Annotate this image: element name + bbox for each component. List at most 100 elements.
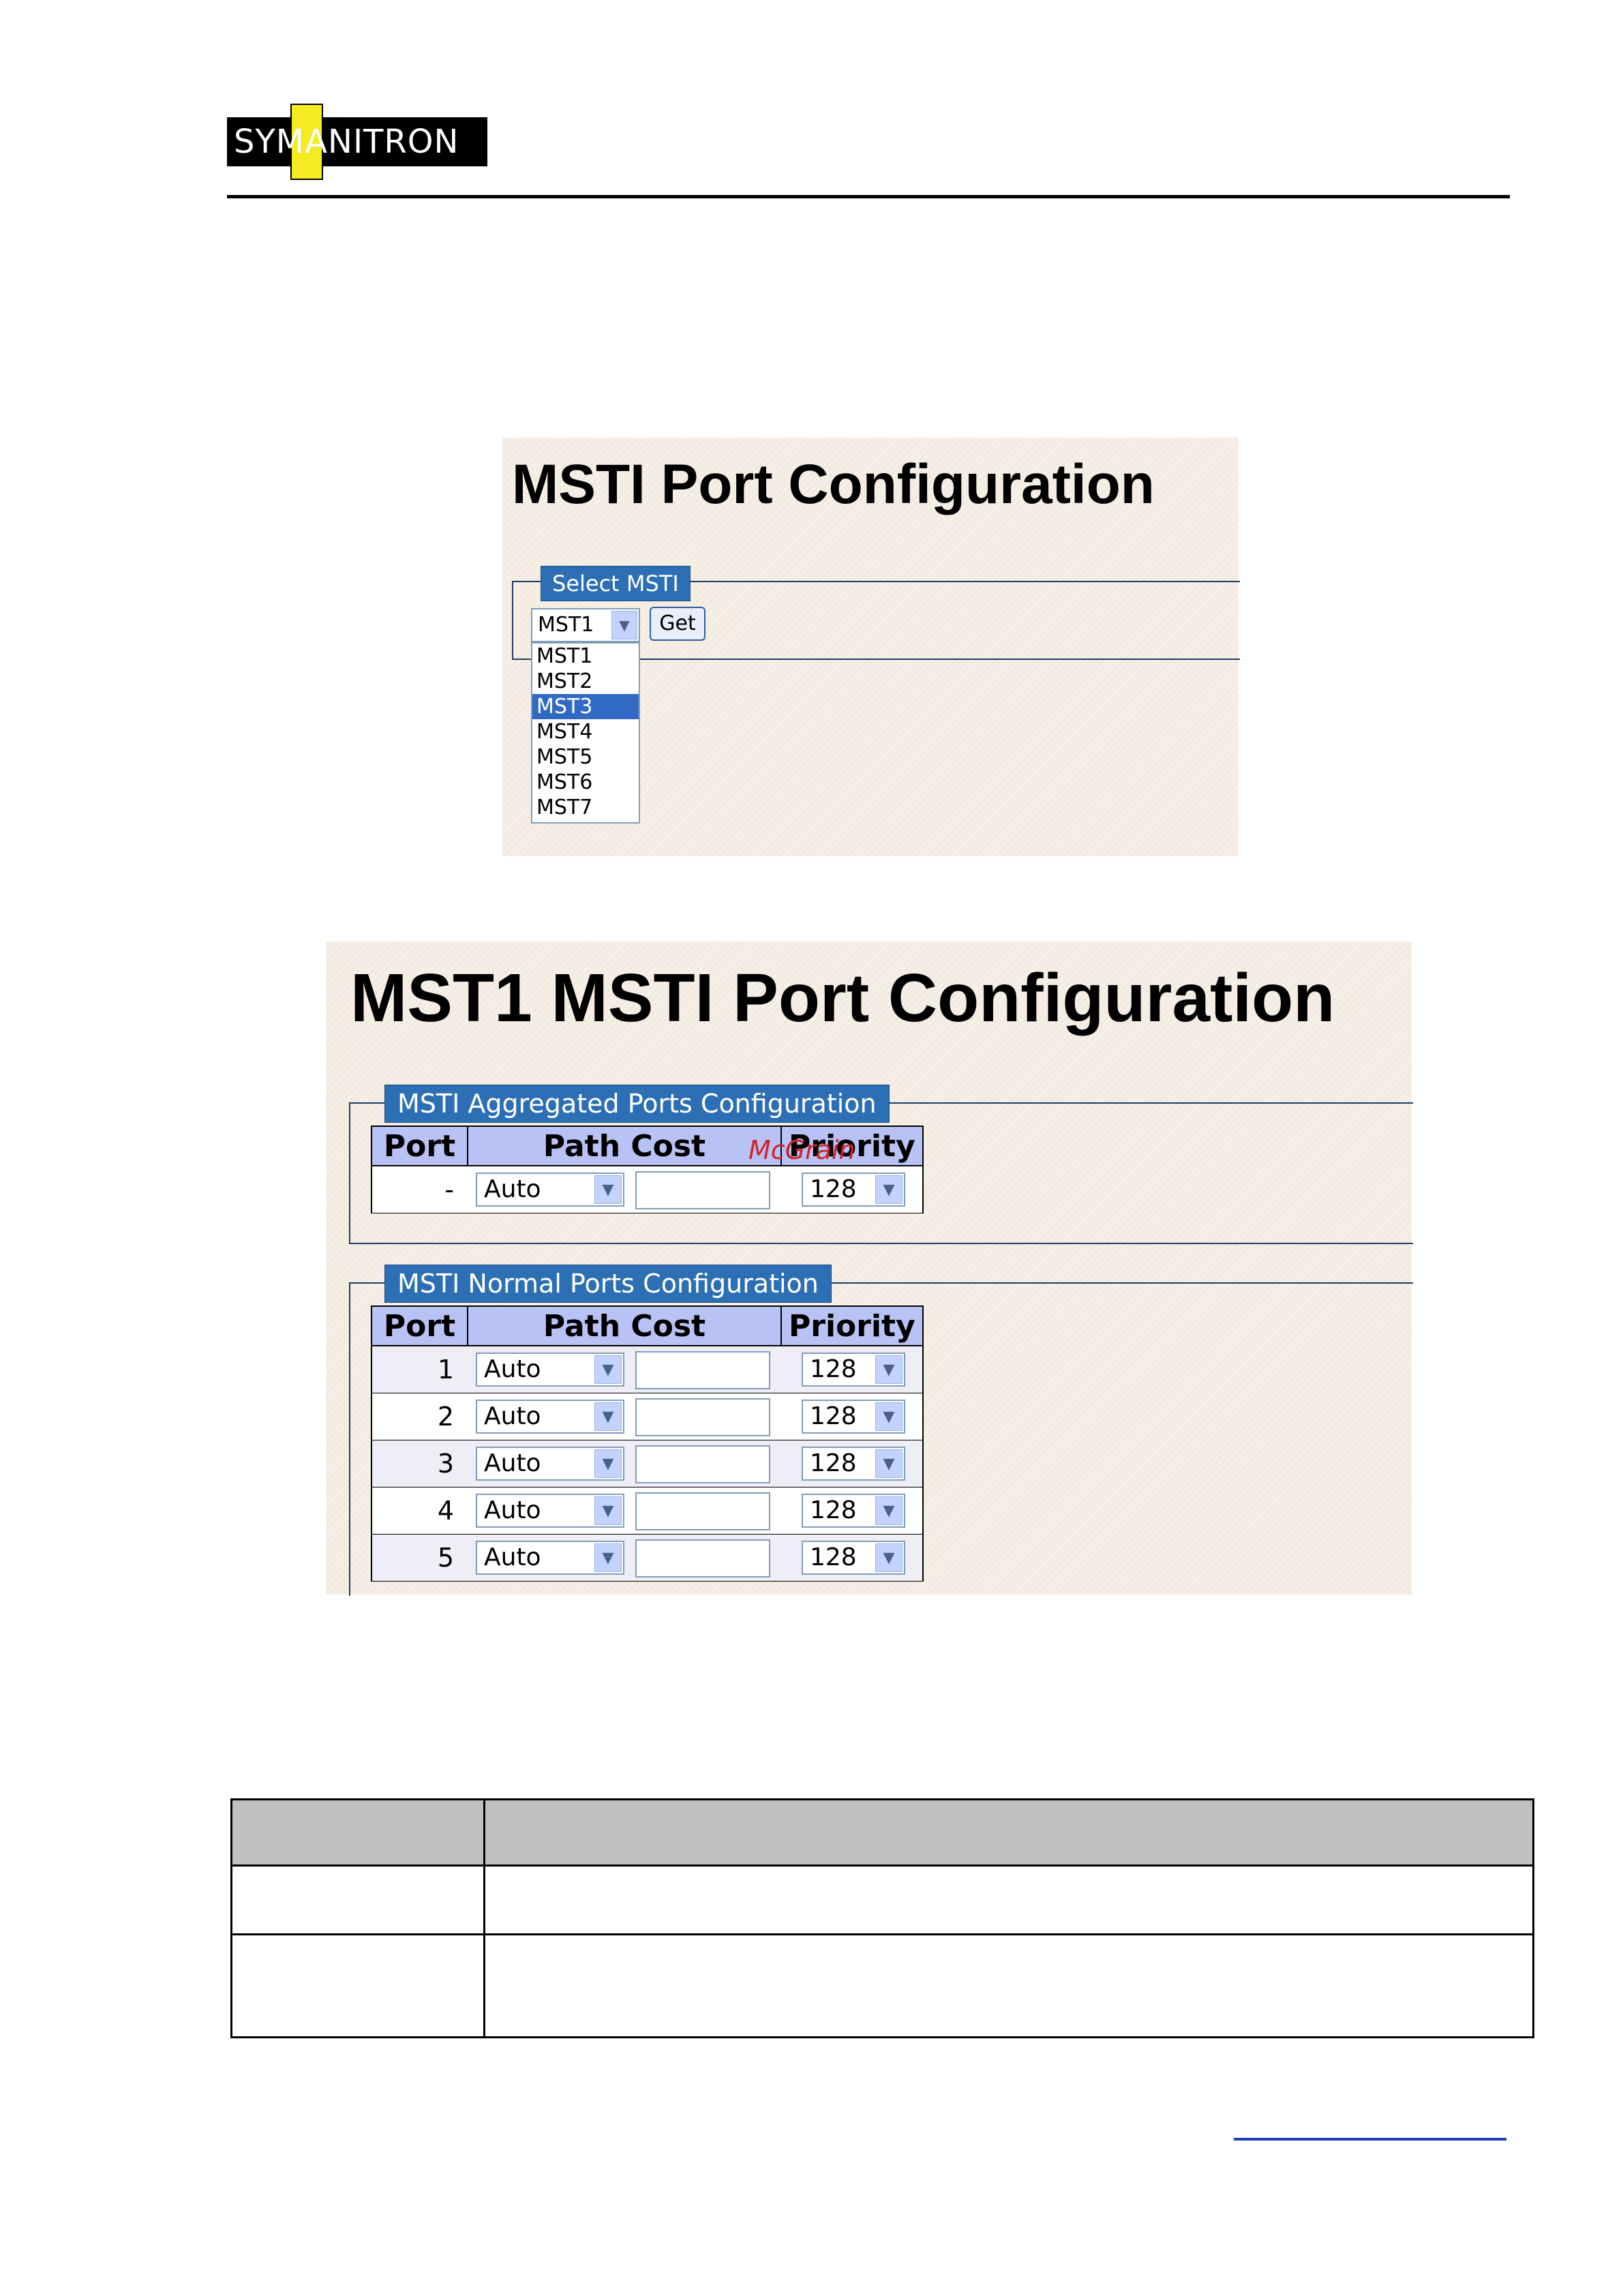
path-cost-input[interactable] bbox=[635, 1398, 770, 1436]
path-cost-value: Auto bbox=[484, 1402, 541, 1430]
chevron-down-icon[interactable]: ▼ bbox=[594, 1496, 622, 1525]
path-cost-select[interactable]: Auto ▼ bbox=[476, 1173, 624, 1207]
port-header: Port bbox=[371, 1305, 468, 1346]
chevron-down-icon[interactable]: ▼ bbox=[594, 1175, 622, 1204]
path-cost-input[interactable] bbox=[635, 1171, 770, 1209]
priority-cell: 128 ▼ bbox=[781, 1487, 924, 1535]
port-cell: 4 bbox=[371, 1487, 468, 1535]
chevron-down-icon[interactable]: ▼ bbox=[875, 1402, 902, 1431]
select-msti-legend: Select MSTI bbox=[541, 566, 691, 601]
msti-select-value: MST1 bbox=[538, 613, 594, 637]
priority-header: Priority bbox=[780, 1305, 924, 1346]
page-title: MST1 MSTI Port Configuration bbox=[350, 960, 1335, 1036]
port-cell: - bbox=[371, 1165, 468, 1213]
priority-value: 128 bbox=[810, 1496, 857, 1524]
path-cost-select[interactable]: Auto ▼ bbox=[476, 1494, 624, 1528]
chevron-down-icon[interactable]: ▼ bbox=[594, 1449, 622, 1478]
table-row: 2 Auto ▼ 128 ▼ bbox=[371, 1393, 924, 1440]
path-cost-cell: Auto ▼ bbox=[468, 1393, 781, 1440]
path-cost-cell: Auto ▼ bbox=[468, 1487, 781, 1535]
get-button[interactable]: Get bbox=[650, 607, 706, 641]
chevron-down-icon[interactable]: ▼ bbox=[594, 1543, 622, 1572]
msti-option[interactable]: MST4 bbox=[532, 719, 639, 744]
chevron-down-icon[interactable]: ▼ bbox=[875, 1449, 902, 1478]
path-cost-header: Path Cost bbox=[467, 1126, 782, 1166]
priority-value: 128 bbox=[810, 1175, 857, 1203]
priority-cell: 128 ▼ bbox=[781, 1165, 924, 1213]
priority-select[interactable]: 128 ▼ bbox=[802, 1541, 905, 1575]
priority-cell: 128 ▼ bbox=[781, 1440, 924, 1487]
msti-option[interactable]: MST2 bbox=[532, 669, 639, 694]
path-cost-value: Auto bbox=[484, 1449, 541, 1477]
mst1-msti-port-config-panel: MST1 MSTI Port Configuration MSTI Aggreg… bbox=[326, 941, 1413, 1596]
chevron-down-icon[interactable]: ▼ bbox=[594, 1355, 622, 1384]
description-table bbox=[230, 1798, 1534, 2038]
priority-value: 128 bbox=[810, 1449, 857, 1477]
chevron-down-icon[interactable]: ▼ bbox=[875, 1355, 902, 1384]
priority-cell: 128 ▼ bbox=[781, 1345, 924, 1393]
path-cost-select[interactable]: Auto ▼ bbox=[476, 1447, 624, 1481]
msti-dropdown-list[interactable]: MST1 MST2 MST3 MST4 MST5 MST6 MST7 bbox=[531, 642, 640, 824]
path-cost-select[interactable]: Auto ▼ bbox=[476, 1353, 624, 1387]
table-cell bbox=[230, 1864, 485, 1935]
port-cell: 3 bbox=[371, 1440, 468, 1487]
path-cost-select[interactable]: Auto ▼ bbox=[476, 1541, 624, 1575]
priority-select[interactable]: 128 ▼ bbox=[802, 1447, 905, 1481]
table-header-cell bbox=[230, 1798, 485, 1867]
path-cost-cell: Auto ▼ bbox=[468, 1440, 781, 1487]
path-cost-cell: Auto ▼ bbox=[468, 1345, 781, 1393]
msti-option[interactable]: MST7 bbox=[532, 795, 639, 820]
aggregated-legend: MSTI Aggregated Ports Configuration bbox=[384, 1085, 890, 1123]
path-cost-select[interactable]: Auto ▼ bbox=[476, 1400, 624, 1434]
table-row: - Auto ▼ 128 ▼ bbox=[371, 1165, 924, 1213]
path-cost-cell: Auto ▼ bbox=[468, 1534, 781, 1582]
table-row: 4 Auto ▼ 128 ▼ bbox=[371, 1487, 924, 1535]
msti-port-config-select-panel: MSTI Port Configuration Select MSTI MST1… bbox=[502, 438, 1240, 856]
priority-select[interactable]: 128 ▼ bbox=[802, 1400, 905, 1434]
footer-link-underline[interactable] bbox=[1234, 2138, 1506, 2141]
chevron-down-icon[interactable]: ▼ bbox=[875, 1543, 902, 1572]
priority-cell: 128 ▼ bbox=[781, 1393, 924, 1440]
path-cost-header: Path Cost bbox=[467, 1305, 782, 1346]
path-cost-input[interactable] bbox=[635, 1492, 770, 1530]
msti-select[interactable]: MST1 ▼ bbox=[531, 608, 640, 642]
priority-value: 128 bbox=[810, 1402, 857, 1430]
table-row: 3 Auto ▼ 128 ▼ bbox=[371, 1440, 924, 1487]
path-cost-cell: Auto ▼ bbox=[468, 1165, 781, 1213]
table-cell bbox=[230, 1933, 485, 2038]
priority-select[interactable]: 128 ▼ bbox=[802, 1173, 905, 1207]
path-cost-value: Auto bbox=[484, 1355, 541, 1383]
table-header-cell bbox=[483, 1798, 1534, 1867]
path-cost-value: Auto bbox=[484, 1543, 541, 1571]
priority-select[interactable]: 128 ▼ bbox=[802, 1494, 905, 1528]
normal-legend: MSTI Normal Ports Configuration bbox=[384, 1265, 832, 1303]
msti-option[interactable]: MST1 bbox=[532, 644, 639, 669]
table-cell bbox=[483, 1864, 1534, 1935]
priority-select[interactable]: 128 ▼ bbox=[802, 1353, 905, 1387]
msti-option[interactable]: MST3 bbox=[532, 694, 639, 719]
port-cell: 1 bbox=[371, 1345, 468, 1393]
msti-option[interactable]: MST5 bbox=[532, 744, 639, 770]
header-divider bbox=[227, 195, 1510, 198]
chevron-down-icon[interactable]: ▼ bbox=[594, 1402, 622, 1431]
priority-value: 128 bbox=[810, 1355, 857, 1383]
normal-ports-table: Port Path Cost Priority 1 Auto ▼ 128 ▼ 2 Auto ▼… bbox=[371, 1305, 924, 1582]
page-title: MSTI Port Configuration bbox=[512, 453, 1155, 515]
chevron-down-icon[interactable]: ▼ bbox=[875, 1496, 902, 1525]
table-row: 5 Auto ▼ 128 ▼ bbox=[371, 1534, 924, 1582]
port-cell: 5 bbox=[371, 1534, 468, 1582]
port-cell: 2 bbox=[371, 1393, 468, 1440]
logo-text: SYMANITRON bbox=[234, 123, 459, 161]
chevron-down-icon[interactable]: ▼ bbox=[611, 611, 637, 639]
path-cost-input[interactable] bbox=[635, 1351, 770, 1389]
path-cost-value: Auto bbox=[484, 1175, 541, 1203]
watermark-text: McGrain bbox=[748, 1135, 855, 1165]
priority-value: 128 bbox=[810, 1543, 857, 1571]
chevron-down-icon[interactable]: ▼ bbox=[875, 1175, 902, 1204]
msti-option[interactable]: MST6 bbox=[532, 770, 639, 795]
path-cost-input[interactable] bbox=[635, 1539, 770, 1577]
port-header: Port bbox=[371, 1126, 468, 1166]
table-row: 1 Auto ▼ 128 ▼ bbox=[371, 1345, 924, 1393]
path-cost-input[interactable] bbox=[635, 1445, 770, 1483]
table-cell bbox=[483, 1933, 1534, 2038]
